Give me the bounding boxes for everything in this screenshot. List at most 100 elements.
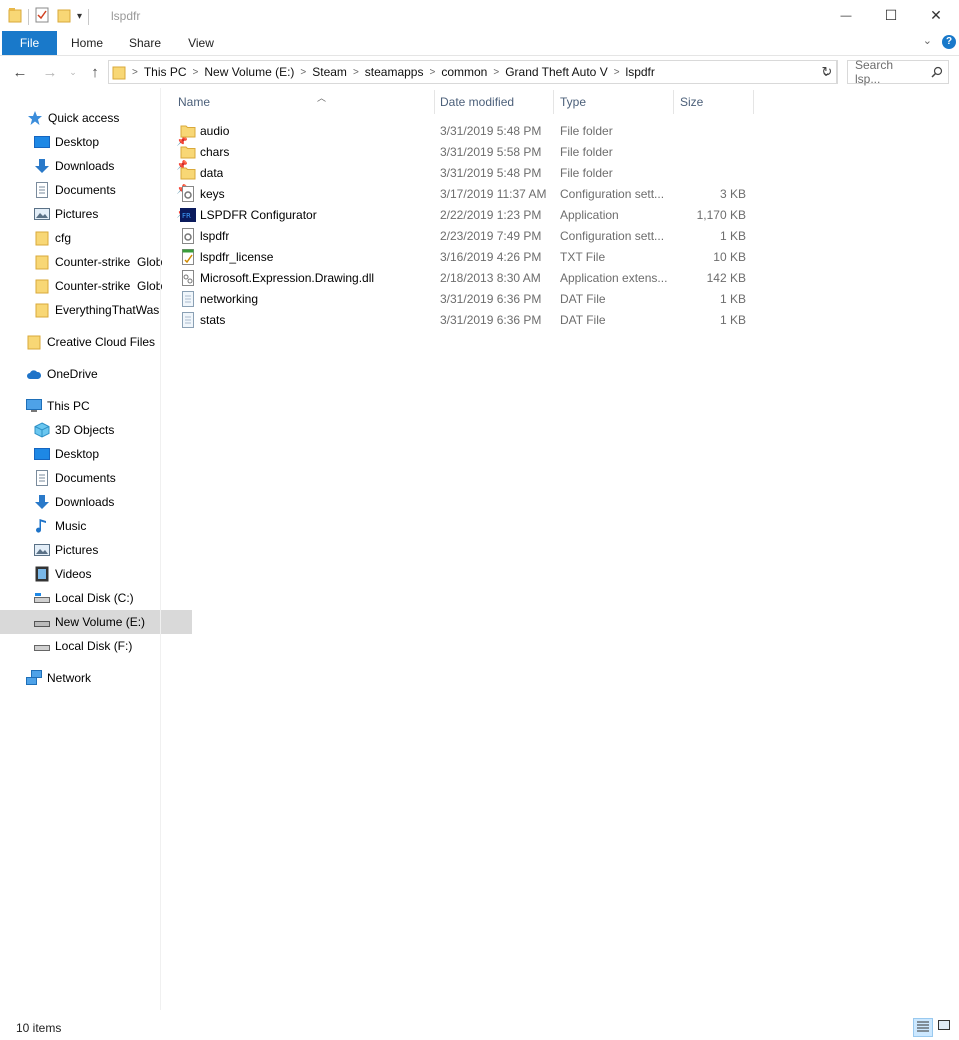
tab-file[interactable]: File (2, 31, 57, 55)
file-size: 1,170 KB (696, 208, 746, 222)
breadcrumb-lspdfr[interactable]: lspdfr (626, 65, 655, 79)
file-type: DAT File (560, 292, 606, 306)
properties-icon[interactable] (35, 7, 49, 26)
ribbon-tabs: File Home Share View ⌄ ? (0, 31, 959, 56)
column-divider[interactable] (753, 90, 754, 114)
forward-button[interactable]: → (40, 62, 60, 82)
folder-icon (8, 7, 22, 26)
file-row[interactable]: networking 3/31/2019 6:36 PM DAT File 1 … (178, 289, 758, 310)
sidebar-item-label: Desktop (55, 135, 100, 149)
sidebar-item-quick-access[interactable]: Quick access (0, 106, 185, 130)
back-button[interactable]: ← (10, 62, 30, 82)
breadcrumb-separator[interactable]: > (193, 67, 199, 78)
column-header-size[interactable]: Size (680, 88, 750, 116)
up-arrow-icon: ↑ (91, 63, 99, 81)
breadcrumb-steam[interactable]: Steam (312, 65, 347, 79)
file-size: 142 KB (706, 271, 746, 285)
chevron-down-icon: ⌄ (69, 66, 77, 77)
downloads-icon (34, 158, 50, 174)
sidebar-item-creative-cloud[interactable]: Creative Cloud Files (0, 330, 184, 354)
file-row[interactable]: data 3/31/2019 5:48 PM File folder (178, 163, 758, 184)
file-row[interactable]: chars 3/31/2019 5:58 PM File folder (178, 142, 758, 163)
sidebar-item-label: Quick access (48, 111, 120, 125)
file-row[interactable]: lspdfr 2/23/2019 7:49 PM Configuration s… (178, 226, 758, 247)
file-row[interactable]: keys 3/17/2019 11:37 AM Configuration se… (178, 184, 758, 205)
file-row[interactable]: audio 3/31/2019 5:48 PM File folder (178, 121, 758, 142)
file-row[interactable]: stats 3/31/2019 6:36 PM DAT File 1 KB (178, 310, 758, 331)
navigation-pane: Quick access Desktop 📌 Downloads 📌 Docum… (0, 88, 192, 1010)
drive-icon (34, 614, 50, 630)
large-icons-view-button[interactable] (935, 1018, 953, 1035)
tab-share[interactable]: Share (121, 31, 169, 55)
breadcrumb-separator[interactable]: > (132, 67, 138, 78)
customize-toolbar-icon[interactable]: ▾ (77, 11, 82, 22)
sidebar-item-this-pc[interactable]: This PC (0, 394, 184, 418)
breadcrumb-new-volume[interactable]: New Volume (E:) (204, 65, 294, 79)
folder-icon (26, 334, 42, 350)
pictures-icon (34, 542, 50, 558)
up-button[interactable]: ↑ (85, 62, 105, 82)
refresh-icon: ↻ (821, 64, 833, 79)
column-header-type[interactable]: Type (560, 88, 670, 116)
column-header-name[interactable]: Name ︿ (178, 88, 433, 116)
file-row[interactable]: Microsoft.Expression.Drawing.dll 2/18/20… (178, 268, 758, 289)
sidebar-item-network[interactable]: Network (0, 666, 184, 690)
column-divider[interactable] (434, 90, 435, 114)
search-box[interactable]: Search lsp... (847, 58, 949, 86)
tab-home[interactable]: Home (63, 31, 111, 55)
close-button[interactable]: ✕ (913, 0, 959, 31)
column-divider[interactable] (673, 90, 674, 114)
breadcrumb-gta-v[interactable]: Grand Theft Auto V (505, 65, 608, 79)
file-type: Configuration sett... (560, 187, 665, 201)
file-type: Application extens... (560, 271, 668, 285)
file-size (674, 163, 746, 184)
drive-icon (34, 590, 50, 606)
breadcrumb-separator[interactable]: > (614, 67, 620, 78)
svg-text:FR: FR (182, 212, 191, 220)
minimize-button[interactable]: — (823, 0, 869, 31)
breadcrumb-separator[interactable]: > (429, 67, 435, 78)
sidebar-item-label: Documents (55, 183, 116, 197)
star-icon (27, 110, 43, 126)
file-row[interactable]: lspdfr_license 3/16/2019 4:26 PM TXT Fil… (178, 247, 758, 268)
breadcrumb-separator[interactable]: > (353, 67, 359, 78)
videos-icon (34, 566, 50, 582)
file-name: data (200, 166, 224, 180)
sidebar-item-label: Local Disk (F:) (55, 639, 133, 653)
column-divider[interactable] (553, 90, 554, 114)
sidebar-item-onedrive[interactable]: OneDrive (0, 362, 184, 386)
new-folder-icon[interactable] (57, 7, 71, 26)
breadcrumb-steamapps[interactable]: steamapps (365, 65, 424, 79)
maximize-button[interactable]: ☐ (868, 0, 914, 31)
sidebar-item-label: New Volume (E:) (55, 615, 146, 629)
file-date: 2/18/2013 8:30 AM (440, 271, 541, 285)
sidebar-item-label: Counter-strike Glob (55, 255, 163, 269)
breadcrumb-this-pc[interactable]: This PC (144, 65, 187, 79)
computer-icon (26, 398, 42, 414)
refresh-button[interactable]: ↻ (818, 60, 837, 84)
breadcrumb-separator[interactable]: > (493, 67, 499, 78)
search-input[interactable]: Search lsp... (855, 58, 917, 86)
tab-view[interactable]: View (177, 31, 225, 55)
breadcrumb-common[interactable]: common (441, 65, 487, 79)
file-name: LSPDFR Configurator (200, 208, 317, 222)
navigation-bar: ← → ⌄ ↑ > This PC > New Volume (E:) > St… (0, 56, 959, 88)
file-type: File folder (560, 124, 613, 138)
folder-icon (34, 254, 50, 270)
window-title: lspdfr (111, 9, 141, 23)
file-row[interactable]: FR LSPDFR Configurator 2/22/2019 1:23 PM… (178, 205, 758, 226)
recent-locations-button[interactable]: ⌄ (63, 62, 83, 82)
help-icon[interactable]: ? (942, 35, 956, 49)
file-size: 1 KB (719, 313, 746, 327)
breadcrumb-separator[interactable]: > (300, 67, 306, 78)
file-type: Configuration sett... (560, 229, 665, 243)
minimize-icon: — (840, 9, 852, 22)
collapse-ribbon-icon[interactable]: ⌄ (923, 34, 932, 47)
folder-icon (112, 64, 126, 80)
file-name: audio (200, 124, 230, 138)
back-arrow-icon: ← (12, 63, 28, 81)
details-view-button[interactable] (913, 1018, 933, 1037)
sidebar-item-label: EverythingThatWas (55, 303, 160, 317)
column-header-date-modified[interactable]: Date modified (440, 88, 550, 116)
address-bar[interactable]: > This PC > New Volume (E:) > Steam > st… (108, 60, 838, 84)
